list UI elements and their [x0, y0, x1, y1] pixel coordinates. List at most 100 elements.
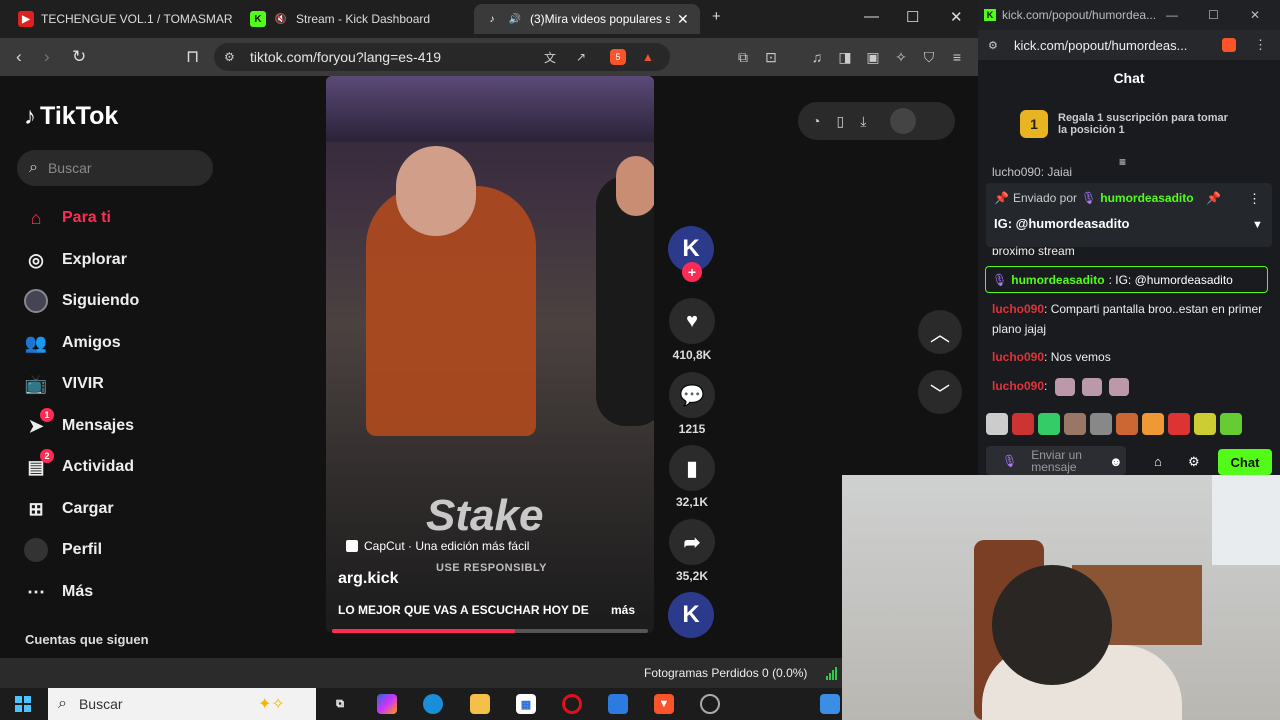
share-button[interactable]: ➦ 35,2K	[668, 519, 716, 583]
chat-username[interactable]: lucho090	[992, 379, 1044, 393]
emote-icon[interactable]	[1194, 413, 1216, 435]
brave-rewards-icon[interactable]: ▲	[642, 50, 654, 64]
nav-siguiendo[interactable]: Siguiendo	[24, 289, 139, 313]
new-tab-button[interactable]: +	[712, 8, 721, 25]
bookmark-icon[interactable]: ⊓	[186, 47, 199, 67]
reload-icon[interactable]: ↻	[72, 47, 86, 67]
like-button[interactable]: ♥ 410,8K	[668, 298, 716, 362]
brave-shield-icon[interactable]	[1222, 38, 1236, 52]
emote-icon[interactable]	[1038, 413, 1060, 435]
user-avatar[interactable]	[890, 108, 917, 134]
site-info-icon[interactable]: ⚙	[988, 39, 998, 52]
nav-para-ti[interactable]: ⌂ Para ti	[24, 206, 111, 230]
emote-icon[interactable]	[1012, 413, 1034, 435]
video-player[interactable]: Stake USE RESPONSIBLY CapCut · Una edici…	[326, 76, 654, 633]
close-window-button[interactable]: ✕	[1250, 8, 1260, 22]
menu-icon[interactable]: ≡	[948, 48, 966, 66]
file-explorer-icon[interactable]	[470, 694, 490, 714]
vpn-icon[interactable]: ⛉	[920, 48, 938, 66]
task-view-icon[interactable]: ⧉	[330, 694, 350, 714]
emoji-icon[interactable]: ☻	[1109, 454, 1123, 469]
forward-icon[interactable]: ›	[44, 47, 50, 67]
nav-explorar[interactable]: ◎ Explorar	[24, 248, 127, 272]
edge-icon[interactable]	[423, 694, 443, 714]
screenshot-icon[interactable]: ⊡	[762, 48, 780, 66]
speed-icon[interactable]: ◔	[812, 113, 820, 129]
leo-ai-icon[interactable]: ✧	[892, 48, 910, 66]
emote-icon[interactable]	[1064, 413, 1086, 435]
minimize-button[interactable]: —	[864, 8, 879, 25]
windows-start-icon[interactable]	[15, 696, 31, 712]
save-button[interactable]: ▮ 32,1K	[668, 445, 716, 509]
sidebar-icon[interactable]: ◨	[836, 48, 854, 66]
taskbar-search[interactable]: ⌕ Buscar ✦✧	[48, 688, 316, 720]
store-icon[interactable]: ⌂	[1154, 454, 1162, 469]
chat-username[interactable]: lucho090	[992, 350, 1044, 364]
emote-icon[interactable]	[1116, 413, 1138, 435]
capcut-anchor[interactable]: CapCut · Una edición más fácil	[346, 539, 529, 553]
nav-mensajes[interactable]: ➤ 1 Mensajes	[24, 408, 134, 438]
brave-shield-icon[interactable]: 5	[610, 49, 626, 65]
previous-video-button[interactable]: ︿	[918, 310, 962, 354]
comment-button[interactable]: 💬 1215	[668, 372, 716, 436]
follow-plus-icon[interactable]: +	[682, 262, 702, 282]
tiktok-logo[interactable]: ♪ TikTok	[24, 102, 118, 131]
copilot-icon[interactable]	[377, 694, 397, 714]
chat-username[interactable]: humordeasadito	[1011, 273, 1104, 287]
emote-icon[interactable]	[1090, 413, 1112, 435]
caption-more-link[interactable]: más	[611, 603, 635, 617]
nav-cargar[interactable]: ⊞ Cargar	[24, 497, 113, 521]
wallet-icon[interactable]: ▣	[864, 48, 882, 66]
close-window-button[interactable]: ✕	[950, 8, 963, 26]
creator-avatar[interactable]: K +	[668, 226, 716, 282]
tab-techengue[interactable]: ▶ TECHENGUE VOL.1 / TOMASMAREN...	[8, 4, 232, 34]
chat-input[interactable]: 🎙 Enviar un mensaje	[986, 446, 1126, 475]
more-options-icon[interactable]: ⋮	[1248, 191, 1261, 207]
pinned-username[interactable]: humordeasadito	[1100, 191, 1193, 205]
emote-icon[interactable]	[1168, 413, 1190, 435]
emote-icon[interactable]	[1142, 413, 1164, 435]
chat-username[interactable]: lucho090	[992, 302, 1044, 316]
gift-sub-banner[interactable]: 1 Regala 1 suscripción para tomar la pos…	[1020, 110, 1228, 138]
translate-icon[interactable]: 文	[544, 49, 556, 66]
extensions-icon[interactable]: ⧉	[734, 48, 752, 66]
opera-icon[interactable]	[562, 694, 582, 714]
site-info-icon[interactable]: ⚙	[224, 50, 235, 64]
app-icon[interactable]	[608, 694, 628, 714]
store-icon[interactable]: ▦	[516, 694, 536, 714]
nav-perfil[interactable]: Perfil	[24, 538, 102, 562]
next-video-button[interactable]: ﹀	[918, 370, 962, 414]
sound-disc[interactable]: K	[668, 592, 716, 638]
settings-gear-icon[interactable]: ⚙	[1188, 454, 1200, 470]
share-icon[interactable]: ↗	[576, 50, 586, 64]
device-icon[interactable]: ▯	[836, 113, 844, 130]
chevron-down-icon[interactable]: ▼	[1252, 219, 1263, 231]
unpin-icon[interactable]: 📌	[1206, 191, 1221, 205]
kick-url-field[interactable]: ⚙ kick.com/popout/humordeas... ⋮	[978, 30, 1280, 60]
emote-icon[interactable]	[1220, 413, 1242, 435]
maximize-button[interactable]: ☐	[1208, 8, 1219, 22]
obs-icon[interactable]	[700, 694, 720, 714]
nav-amigos[interactable]: 👥 Amigos	[24, 331, 121, 355]
brave-icon[interactable]: ▼	[654, 694, 674, 714]
video-author[interactable]: arg.kick	[338, 570, 398, 588]
download-icon[interactable]: ⤓	[860, 113, 866, 130]
close-tab-icon[interactable]: ✕	[677, 11, 689, 28]
nav-actividad[interactable]: ▤ 2 Actividad	[24, 449, 134, 479]
minimize-button[interactable]: —	[1166, 8, 1178, 22]
emote-icon[interactable]	[986, 413, 1008, 435]
tab-tiktok[interactable]: ♪ 🔊 (3)Mira videos populares sele... ✕	[474, 4, 700, 34]
tray-app-icon[interactable]	[820, 694, 840, 714]
search-input[interactable]: ⌕ Buscar	[17, 150, 213, 186]
nav-vivir[interactable]: 📺 VIVIR	[24, 372, 104, 396]
nav-label: Amigos	[62, 334, 121, 351]
video-progress-bar[interactable]	[332, 629, 648, 633]
back-icon[interactable]: ‹	[16, 47, 22, 67]
maximize-button[interactable]: ☐	[906, 8, 919, 26]
url-field[interactable]: ⚙ tiktok.com/foryou?lang=es-419 文 ↗ 5 ▲	[214, 43, 670, 71]
send-chat-button[interactable]: Chat	[1218, 449, 1272, 475]
nav-mas[interactable]: ⋯ Más	[24, 580, 93, 604]
tab-kick-dashboard[interactable]: K 🔇 Stream - Kick Dashboard	[240, 4, 468, 34]
music-icon[interactable]: ♫	[808, 48, 826, 66]
menu-icon[interactable]: ⋮	[1254, 37, 1267, 53]
